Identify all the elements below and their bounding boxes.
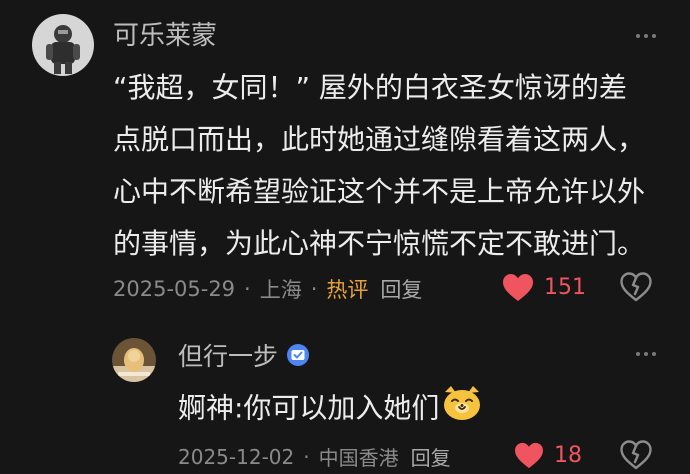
comment-location: 上海	[259, 278, 302, 302]
cat-face-emoji-icon	[441, 384, 483, 435]
reply-meta: 2025-12-02 · 中国香港 回复	[178, 442, 451, 471]
like-count: 151	[544, 275, 586, 300]
dislike-button[interactable]	[620, 272, 652, 302]
comment-item: 可乐莱蒙 “我超，女同！” 屋外的白衣圣女惊讶的差 点脱口而出，此时她通过缝隙看…	[0, 0, 690, 320]
reply-like-count: 18	[554, 443, 582, 468]
comment-text-line: 心中不断希望验证这个并不是上帝允许以外	[113, 175, 646, 208]
reply-user-avatar[interactable]	[112, 338, 156, 382]
reply-text: 婀神:你可以加入她们	[178, 384, 483, 435]
comment-text-line: “我超，女同！” 屋外的白衣圣女惊讶的差	[113, 71, 627, 104]
reply-text-content: 婀神:你可以加入她们	[178, 391, 440, 425]
broken-heart-icon	[620, 272, 652, 302]
broken-heart-icon	[620, 440, 652, 470]
reply-location: 中国香港	[318, 446, 399, 470]
reply-dislike-button[interactable]	[620, 440, 652, 470]
verified-badge-icon	[286, 343, 310, 373]
meta-separator: ·	[244, 277, 251, 301]
reply-username-text: 但行一步	[178, 342, 279, 371]
heart-icon	[503, 274, 533, 301]
comment-meta: 2025-05-29 · 上海 · 热评 回复	[113, 274, 422, 304]
reply-like-button[interactable]: 18	[514, 442, 582, 469]
reply-username[interactable]: 但行一步	[178, 337, 310, 373]
heart-icon	[515, 442, 543, 469]
reply-item: 但行一步 婀神:你可以加入她们 2025-12-02 · 中国香港 回复 18	[0, 320, 690, 474]
reply-button[interactable]: 回复	[380, 274, 422, 304]
meta-separator: ·	[310, 277, 318, 301]
user-avatar[interactable]	[32, 14, 94, 76]
reply-reply-button[interactable]: 回复	[411, 442, 451, 471]
reply-more-options-icon[interactable]	[636, 352, 656, 356]
like-button[interactable]: 151	[502, 273, 586, 302]
meta-separator: ·	[303, 444, 310, 469]
comment-date: 2025-05-29	[113, 277, 236, 301]
comment-text-line: 点脱口而出，此时她通过缝隙看着这两人，	[113, 123, 646, 156]
hot-comment-badge: 热评	[326, 278, 369, 302]
reply-date: 2025-12-02	[178, 444, 295, 469]
more-options-icon[interactable]	[636, 34, 656, 38]
username[interactable]: 可乐莱蒙	[113, 15, 217, 52]
comment-text-line: 的事情，为此心神不宁惊慌不定不敢进门。	[113, 227, 646, 260]
comment-text: “我超，女同！” 屋外的白衣圣女惊讶的差 点脱口而出，此时她通过缝隙看着这两人，…	[113, 62, 645, 270]
